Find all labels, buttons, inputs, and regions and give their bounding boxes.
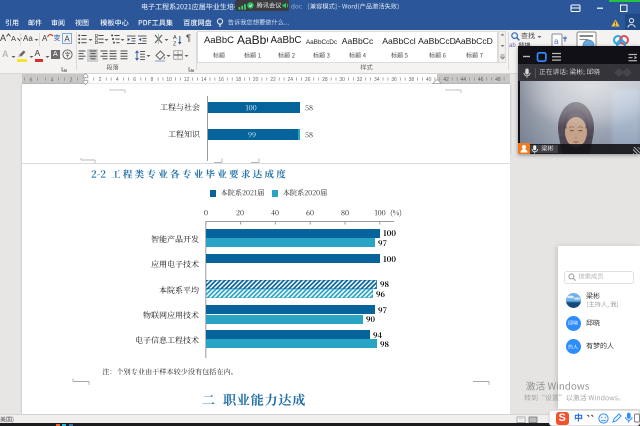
svg-text:2: 2 [70,77,73,83]
svg-text:28: 28 [322,77,328,83]
svg-text:30: 30 [339,77,345,83]
svg-text:6: 6 [133,77,136,83]
svg-text:4: 4 [51,77,54,83]
svg-text:10: 10 [166,77,172,83]
svg-text:34: 34 [374,77,380,83]
svg-text:8: 8 [151,77,154,83]
svg-text:16: 16 [218,77,224,83]
svg-text:6: 6 [30,77,33,83]
svg-text:Z: Z [173,41,177,46]
svg-text:12: 12 [184,77,190,83]
svg-text:24: 24 [288,77,294,83]
svg-text:26: 26 [305,77,311,83]
svg-text:A: A [173,35,177,41]
svg-text:A: A [64,35,70,44]
svg-text:46: 46 [478,77,484,83]
svg-text:42: 42 [443,77,449,83]
svg-text:36: 36 [391,77,397,83]
svg-text:4: 4 [116,77,119,83]
svg-text:38: 38 [409,77,415,83]
svg-text:22: 22 [270,77,276,83]
svg-text:20: 20 [253,77,259,83]
svg-text:18: 18 [236,77,242,83]
svg-text:a: a [554,37,559,46]
svg-text:2: 2 [99,77,102,83]
svg-text:32: 32 [357,77,363,83]
svg-text:48: 48 [495,77,501,83]
svg-text:14: 14 [201,77,207,83]
svg-text:ab: ab [509,43,516,48]
svg-text:44: 44 [461,77,467,83]
svg-text:40: 40 [426,77,432,83]
